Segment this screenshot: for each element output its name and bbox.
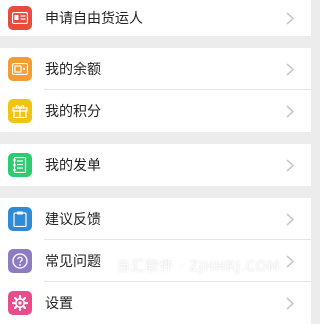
gift-icon — [8, 99, 32, 123]
menu-item-apply[interactable]: 申请自由货运人 — [0, 0, 311, 36]
id-card-icon — [8, 6, 32, 30]
menu-item-orders[interactable]: 我的发单 — [0, 144, 311, 186]
section-divider — [0, 36, 311, 48]
menu-item-balance-label: 我的余额 — [45, 62, 101, 78]
section-divider — [0, 132, 311, 144]
menu-item-faq-label: 常见问题 — [45, 254, 101, 270]
group-wallet: 我的余额 我的积分 — [0, 48, 311, 132]
group-orders: 我的发单 — [0, 144, 311, 186]
menu-item-feedback-label: 建议反馈 — [45, 212, 101, 228]
group-help: 建议反馈 常见问题 设置 — [0, 198, 311, 324]
menu-item-apply-label: 申请自由货运人 — [45, 11, 143, 27]
question-icon — [8, 249, 32, 273]
menu-item-balance[interactable]: 我的余额 — [0, 48, 311, 90]
chevron-right-icon — [285, 11, 295, 25]
chevron-right-icon — [285, 62, 295, 76]
menu-item-faq[interactable]: 常见问题 — [0, 240, 311, 282]
gear-icon — [8, 291, 32, 315]
notebook-icon — [8, 153, 32, 177]
menu-item-points[interactable]: 我的积分 — [0, 90, 311, 132]
wallet-icon — [8, 57, 32, 81]
chevron-right-icon — [285, 212, 295, 226]
clipboard-icon — [8, 207, 32, 231]
chevron-right-icon — [285, 296, 295, 310]
section-divider — [0, 186, 311, 198]
group-apply: 申请自由货运人 — [0, 0, 311, 36]
chevron-right-icon — [285, 254, 295, 268]
menu-item-settings-label: 设置 — [45, 296, 73, 312]
chevron-right-icon — [285, 104, 295, 118]
menu-item-settings[interactable]: 设置 — [0, 282, 311, 324]
menu-item-points-label: 我的积分 — [45, 104, 101, 120]
menu-item-orders-label: 我的发单 — [45, 158, 101, 174]
menu-item-feedback[interactable]: 建议反馈 — [0, 198, 311, 240]
chevron-right-icon — [285, 158, 295, 172]
